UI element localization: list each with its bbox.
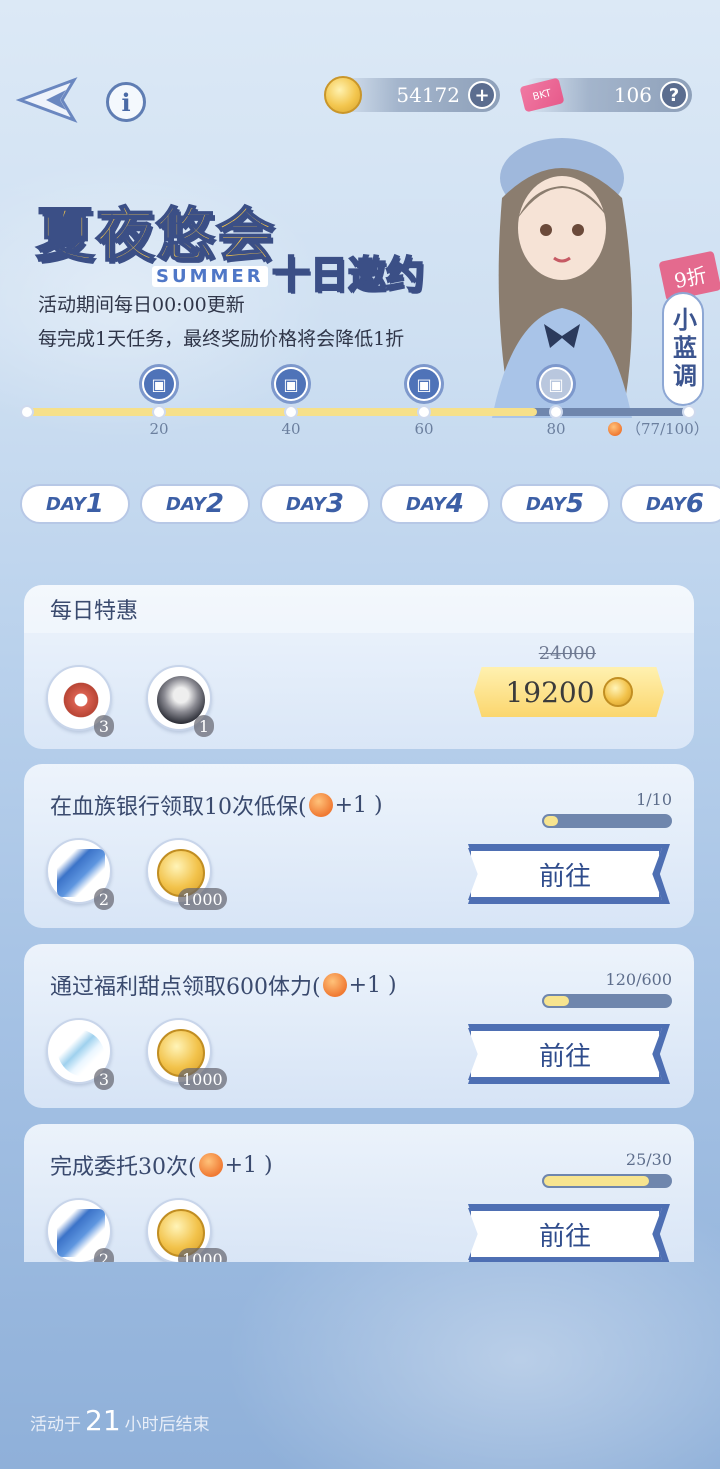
reward-item[interactable]: 1000 bbox=[146, 1018, 227, 1090]
task-card: 在血族银行领取10次低保( +1 ) 1/10 前往 2 1000 bbox=[24, 764, 694, 928]
task-title: 在血族银行领取10次低保( +1 ) bbox=[24, 764, 694, 840]
buy-deal-button[interactable]: 19200 bbox=[474, 667, 664, 717]
countdown-prefix: 活动于 bbox=[30, 1415, 81, 1435]
task-progress-fill bbox=[544, 816, 558, 826]
gold-coin-icon bbox=[602, 677, 633, 707]
item-count: 1000 bbox=[178, 1068, 227, 1090]
task-reward-text: +1 ) bbox=[224, 1152, 273, 1178]
item-count: 3 bbox=[94, 1068, 114, 1090]
peach-icon bbox=[198, 1153, 223, 1177]
countdown-hours: 21 bbox=[85, 1404, 121, 1437]
reward-item[interactable]: 1 bbox=[146, 665, 214, 737]
reward-item[interactable]: 1000 bbox=[146, 1198, 227, 1262]
reward-item[interactable]: 3 bbox=[46, 1018, 114, 1090]
task-card: 完成委托30次( +1 ) 25/30 前往 2 1000 bbox=[24, 1124, 694, 1262]
reward-item[interactable]: 1000 bbox=[146, 838, 227, 910]
peach-icon bbox=[322, 973, 347, 997]
daily-deal-card: 每日特惠 3 1 24000 19200 bbox=[24, 585, 694, 749]
task-card: 通过福利甜点领取600体力( +1 ) 120/600 前往 3 1000 bbox=[24, 944, 694, 1108]
task-reward-text: +1 ) bbox=[334, 792, 383, 818]
task-title-text: 在血族银行领取10次低保( bbox=[50, 795, 307, 820]
task-list: 每日特惠 3 1 24000 19200 在血族银行领取10次低保( +1 ) … bbox=[0, 0, 720, 1262]
go-button[interactable]: 前往 bbox=[468, 1028, 662, 1080]
item-count: 3 bbox=[94, 715, 114, 737]
peach-icon bbox=[308, 793, 333, 817]
item-count: 2 bbox=[94, 1248, 114, 1262]
task-title-text: 完成委托30次( bbox=[50, 1155, 197, 1180]
task-progress-bar bbox=[542, 814, 672, 828]
event-countdown: 活动于 21 小时后结束 bbox=[30, 1404, 210, 1437]
task-reward-text: +1 ) bbox=[348, 972, 397, 998]
task-progress-bar bbox=[542, 994, 672, 1008]
item-count: 2 bbox=[94, 888, 114, 910]
item-count: 1 bbox=[194, 715, 214, 737]
reward-item[interactable]: 2 bbox=[46, 838, 114, 910]
task-title-text: 通过福利甜点领取600体力( bbox=[50, 975, 321, 1000]
go-button[interactable]: 前往 bbox=[468, 848, 662, 900]
task-progress-text: 25/30 bbox=[625, 1150, 672, 1169]
reward-item[interactable]: 3 bbox=[46, 665, 114, 737]
task-progress-text: 1/10 bbox=[636, 790, 672, 809]
countdown-suffix: 小时后结束 bbox=[124, 1415, 210, 1435]
item-count: 1000 bbox=[178, 888, 227, 910]
go-button[interactable]: 前往 bbox=[468, 1208, 662, 1260]
daily-deal-title: 每日特惠 bbox=[24, 585, 694, 633]
task-title: 通过福利甜点领取600体力( +1 ) bbox=[24, 944, 694, 1020]
item-count: 1000 bbox=[178, 1248, 227, 1262]
task-progress-text: 120/600 bbox=[605, 970, 672, 989]
deal-price: 19200 bbox=[505, 675, 595, 709]
original-price: 24000 bbox=[538, 643, 596, 664]
task-progress-fill bbox=[544, 996, 570, 1006]
task-progress-fill bbox=[544, 1176, 649, 1186]
task-title: 完成委托30次( +1 ) bbox=[24, 1124, 694, 1200]
task-progress-bar bbox=[542, 1174, 672, 1188]
reward-item[interactable]: 2 bbox=[46, 1198, 114, 1262]
